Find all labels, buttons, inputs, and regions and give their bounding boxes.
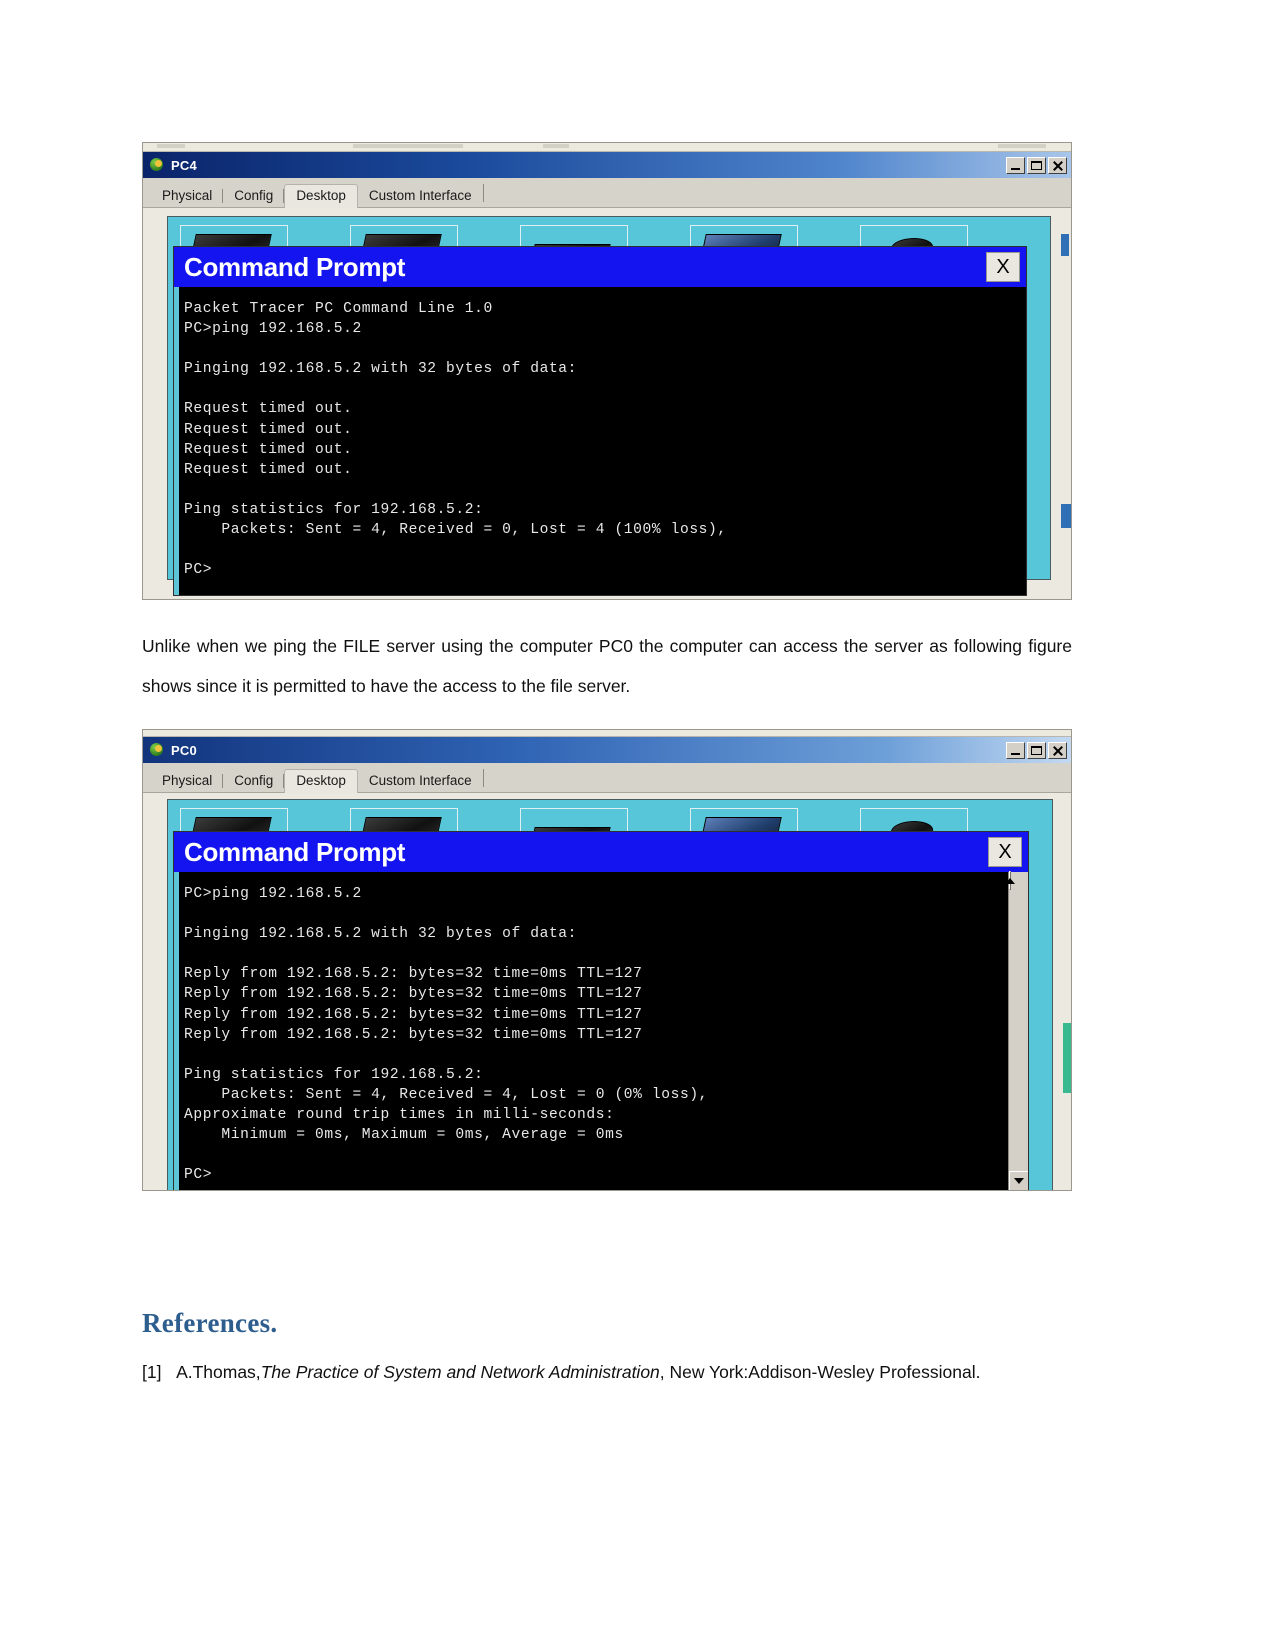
page-edge-artifact-2 — [1061, 504, 1071, 528]
close-icon[interactable] — [1048, 741, 1067, 759]
scroll-up-arrow-icon[interactable] — [1005, 871, 1015, 890]
console-output-pc0[interactable]: PC>ping 192.168.5.2 Pinging 192.168.5.2 … — [174, 872, 1028, 1190]
command-prompt-title: Command Prompt — [184, 837, 406, 867]
reference-number: [1] — [142, 1362, 162, 1382]
window-titlebar-pc4[interactable]: PC4 — [143, 152, 1071, 178]
desktop-body-pc4: Command Prompt X Packet Tracer PC Comman… — [143, 208, 1071, 599]
console-left-accent — [174, 872, 179, 1190]
command-prompt-window-pc4[interactable]: Command Prompt X Packet Tracer PC Comman… — [173, 246, 1027, 596]
maximize-icon[interactable] — [1027, 156, 1046, 174]
command-prompt-title: Command Prompt — [184, 252, 406, 282]
window-title-pc0: PC0 — [171, 742, 197, 758]
tabbar-pc4[interactable]: Physical Config Desktop Custom Interface — [143, 178, 1071, 208]
reference-author: A.Thomas, — [176, 1362, 261, 1382]
reference-publisher: , New York:Addison-Wesley Professional. — [659, 1362, 981, 1382]
reference-title: The Practice of System and Network Admin… — [260, 1362, 660, 1382]
page-edge-artifact-pc0 — [1063, 1023, 1071, 1093]
tab-desktop[interactable]: Desktop — [284, 183, 358, 208]
window-title-pc4: PC4 — [171, 157, 197, 173]
minimize-icon[interactable] — [1006, 156, 1025, 174]
scroll-down-arrow-icon[interactable] — [1009, 1171, 1028, 1190]
tab-divider — [482, 184, 484, 202]
page-title-references: References. — [142, 1308, 278, 1338]
console-scrollbar[interactable] — [1005, 871, 1028, 1190]
command-prompt-close-button[interactable]: X — [986, 252, 1020, 282]
packet-tracer-globe-icon — [149, 157, 165, 173]
tabbar-pc0[interactable]: Physical Config Desktop Custom Interface — [143, 763, 1071, 793]
desktop-body-pc0: Command Prompt X PC>ping 192.168.5.2 Pin… — [143, 793, 1071, 1190]
console-left-accent — [174, 287, 179, 595]
window-titlebar-pc0[interactable]: PC0 — [143, 737, 1071, 763]
body-paragraph: Unlike when we ping the FILE server usin… — [142, 636, 1072, 696]
window-controls-pc0[interactable] — [1006, 741, 1069, 759]
tab-config[interactable]: Config — [223, 185, 285, 208]
tab-config[interactable]: Config — [223, 770, 285, 793]
minimize-icon[interactable] — [1006, 741, 1025, 759]
window-controls-pc4[interactable] — [1006, 156, 1069, 174]
command-prompt-close-button[interactable]: X — [988, 837, 1022, 867]
document-page: PC4 Physical Config Desktop Custom Inter… — [0, 0, 1275, 1650]
window-top-strip — [143, 143, 1071, 152]
maximize-icon[interactable] — [1027, 741, 1046, 759]
console-output-pc4[interactable]: Packet Tracer PC Command Line 1.0 PC>pin… — [174, 287, 1026, 595]
command-prompt-titlebar-pc4[interactable]: Command Prompt X — [174, 247, 1026, 287]
packet-tracer-window-pc0[interactable]: PC0 Physical Config Desktop Custom Inter… — [142, 729, 1072, 1191]
page-edge-artifact — [1061, 234, 1069, 256]
tab-physical[interactable]: Physical — [151, 185, 224, 208]
packet-tracer-window-pc4[interactable]: PC4 Physical Config Desktop Custom Inter… — [142, 142, 1072, 600]
tab-divider — [482, 769, 484, 787]
command-prompt-window-pc0[interactable]: Command Prompt X PC>ping 192.168.5.2 Pin… — [173, 831, 1029, 1190]
tab-custom-interface[interactable]: Custom Interface — [358, 185, 483, 208]
command-prompt-titlebar-pc0[interactable]: Command Prompt X — [174, 832, 1028, 872]
tab-physical[interactable]: Physical — [151, 770, 224, 793]
reference-item-1: [1] A.Thomas,The Practice of System and … — [142, 1352, 1072, 1392]
close-icon[interactable] — [1048, 156, 1067, 174]
tab-desktop[interactable]: Desktop — [284, 768, 358, 793]
window-top-strip-pc0 — [143, 730, 1071, 737]
tab-custom-interface[interactable]: Custom Interface — [358, 770, 483, 793]
packet-tracer-globe-icon — [149, 742, 165, 758]
